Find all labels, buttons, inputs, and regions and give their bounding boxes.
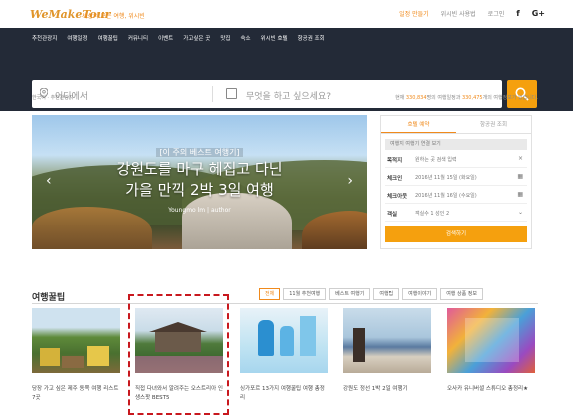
- card-image: [32, 308, 120, 373]
- nav-item-wishlist[interactable]: 가고싶은 곳: [183, 34, 210, 42]
- hero-rock: [182, 193, 292, 249]
- field-value[interactable]: 객실수 1 성인 2: [415, 210, 449, 217]
- tab-november[interactable]: 11월 추천여행: [283, 288, 327, 300]
- nav-menu: 추천관광지 여행일정 여행꿀팁 커뮤니티 이벤트 가고싶은 곳 맛집 숙소 위시…: [32, 34, 325, 42]
- section-divider: [32, 303, 538, 304]
- card-caption: 강원도 정선 1박 2일 여행기: [343, 386, 408, 392]
- table: [62, 356, 84, 368]
- hero-banner[interactable]: [이 주의 베스트 여행기] 강원도를 마구 헤집고 다닌 가을 만끽 2박 3…: [32, 115, 367, 249]
- how-to-link[interactable]: 위시빈 사용법: [441, 9, 476, 18]
- stats-suffix: 개의 여행정보가 있습니다.: [482, 95, 538, 101]
- bottle: [280, 326, 294, 356]
- make-schedule-link[interactable]: 일정 만들기: [399, 9, 429, 18]
- nav-item-lodging[interactable]: 숙소: [240, 34, 250, 42]
- tab-products[interactable]: 여행 상품 정보: [440, 288, 483, 300]
- person: [353, 328, 365, 362]
- chevron-down-icon[interactable]: ⌄: [518, 209, 523, 216]
- card-image: [343, 308, 431, 373]
- tab-tips[interactable]: 여행팁: [373, 288, 400, 300]
- card-image: [447, 308, 535, 373]
- booking-banner[interactable]: 여행지 여행기 연결 보기: [385, 139, 527, 150]
- tab-hotel[interactable]: 호텔 예약: [381, 116, 456, 133]
- breadcrumb: 한국어 · 추천관광지: [32, 95, 74, 101]
- site-stats: 현재 330,834명의 여행일정과 330,475개의 여행정보가 있습니다.: [395, 94, 538, 101]
- hero-title-line1: 강원도를 마구 헤집고 다닌: [116, 160, 283, 178]
- yellow-chair: [40, 348, 60, 366]
- field-label: 체크인: [387, 176, 403, 182]
- nav-item-attractions[interactable]: 추천관광지: [32, 34, 57, 42]
- booking-panel: 호텔 예약 항공권 조회 여행지 여행기 연결 보기 목적지 원하는 곳 검색 …: [380, 115, 532, 249]
- card-image: [240, 308, 328, 373]
- yellow-chair: [87, 346, 109, 366]
- bottle: [258, 320, 274, 356]
- tip-card[interactable]: 당장 가고 싶은 제주 동쪽 여행 리스트 7곳: [32, 308, 120, 403]
- highlight-box: [128, 294, 229, 415]
- nav-item-flights[interactable]: 항공권 조회: [298, 34, 325, 42]
- search-hotels-button[interactable]: 검색하기: [385, 226, 527, 242]
- field-value[interactable]: 원하는 곳 검색 입력: [415, 156, 457, 163]
- calendar-icon[interactable]: ▦: [517, 191, 523, 198]
- field-label: 목적지: [387, 158, 403, 164]
- nav-item-hotel[interactable]: 위시빈 호텔: [261, 34, 288, 42]
- search-divider: [212, 86, 213, 102]
- facebook-icon[interactable]: f: [516, 9, 519, 18]
- nav-item-schedules[interactable]: 여행일정: [67, 34, 87, 42]
- hero-subtitle-text: [이 주의 베스트 여행기]: [156, 148, 243, 157]
- calendar-icon[interactable]: ▦: [517, 173, 523, 180]
- poster: [465, 318, 519, 362]
- stats-places: 330,475: [461, 95, 483, 101]
- tip-tabs: 전체 11월 추천여행 베스트 여행기 여행팁 여행이야기 여행 상품 정보: [259, 288, 483, 300]
- checkout-field[interactable]: 체크아웃 2016년 11월 16일 (수요일) ▦: [385, 186, 527, 204]
- login-link[interactable]: 로그인: [488, 9, 505, 18]
- field-value[interactable]: 2016년 11월 16일 (수요일): [415, 192, 477, 199]
- tip-card[interactable]: 싱가포르 13가지 여행꿀팁 여행 총정리: [240, 308, 328, 403]
- hero-author: Youngmo lm | author: [168, 207, 231, 214]
- field-label: 체크아웃: [387, 194, 408, 200]
- nav-item-community[interactable]: 커뮤니티: [128, 34, 148, 42]
- nav-item-restaurants[interactable]: 맛집: [220, 34, 230, 42]
- google-plus-icon[interactable]: G+: [532, 9, 545, 18]
- tip-card[interactable]: 강원도 정선 1박 2일 여행기: [343, 308, 431, 394]
- rooms-field[interactable]: 객실 객실수 1 성인 2 ⌄: [385, 204, 527, 222]
- next-arrow-icon[interactable]: ›: [347, 173, 353, 189]
- prev-arrow-icon[interactable]: ‹: [46, 173, 52, 189]
- nav-item-tips[interactable]: 여행꿀팁: [98, 34, 118, 42]
- checkin-field[interactable]: 체크인 2016년 11월 15일 (화요일) ▦: [385, 168, 527, 186]
- nav-item-events[interactable]: 이벤트: [158, 34, 173, 42]
- tab-all[interactable]: 전체: [259, 288, 281, 300]
- destination-field[interactable]: 목적지 원하는 곳 검색 입력 ×: [385, 150, 527, 168]
- stats-prefix: 현재: [395, 95, 406, 101]
- question-icon: [226, 88, 237, 99]
- card-caption: 오사카 유니버셜 스튜디오 총정리★: [447, 386, 529, 392]
- clear-icon[interactable]: ×: [518, 155, 523, 162]
- section-title: 여행꿀팁: [32, 293, 66, 303]
- bottle: [300, 316, 316, 356]
- hero-subtitle: [이 주의 베스트 여행기]: [32, 147, 367, 158]
- card-caption: 싱가포르 13가지 여행꿀팁 여행 총정리: [240, 386, 325, 401]
- stats-users: 330,834: [405, 95, 427, 101]
- tab-stories[interactable]: 여행이야기: [402, 288, 438, 300]
- tagline: 세상의 모든 여행, 위시빈: [82, 13, 145, 20]
- field-value[interactable]: 2016년 11월 15일 (화요일): [415, 174, 477, 181]
- hero-title-line2: 가을 만끽 2박 3일 여행: [125, 181, 274, 199]
- booking-tabs: 호텔 예약 항공권 조회: [381, 116, 531, 134]
- top-links: 일정 만들기 위시빈 사용법 로그인 f G+: [399, 9, 545, 18]
- tip-card[interactable]: 오사카 유니버셜 스튜디오 총정리★: [447, 308, 535, 394]
- card-caption: 당장 가고 싶은 제주 동쪽 여행 리스트 7곳: [32, 386, 119, 401]
- tab-best-stories[interactable]: 베스트 여행기: [329, 288, 371, 300]
- stats-mid: 명의 여행일정과: [426, 95, 462, 101]
- what-input[interactable]: 무엇을 하고 싶으세요?: [246, 89, 331, 102]
- field-label: 객실: [387, 212, 398, 218]
- tab-flights[interactable]: 항공권 조회: [456, 116, 531, 133]
- top-bar: WeMakeTour 세상의 모든 여행, 위시빈 일정 만들기 위시빈 사용법…: [0, 0, 573, 28]
